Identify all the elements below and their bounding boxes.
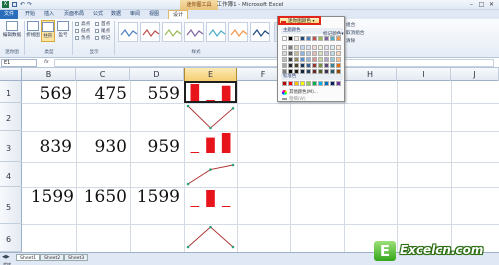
logo-text: Excelcn.com <box>400 243 484 257</box>
sparkline-marker-row2-0 <box>186 104 190 108</box>
standard-color-swatch[interactable] <box>282 81 287 86</box>
sparkline-marker-row6-0 <box>186 245 190 249</box>
theme-color-swatch[interactable] <box>288 51 293 56</box>
line-weight-icon <box>282 98 287 100</box>
theme-color-swatch[interactable] <box>330 45 335 50</box>
theme-color-swatch[interactable] <box>288 36 293 41</box>
theme-color-swatch[interactable] <box>306 45 311 50</box>
theme-color-swatch[interactable] <box>288 57 293 62</box>
theme-color-swatch[interactable] <box>294 51 299 56</box>
site-watermark-logo: E Excelcn.com <box>374 241 497 263</box>
weight-label: 粗细(W) <box>289 97 306 102</box>
theme-color-swatch[interactable] <box>318 45 323 50</box>
theme-color-swatch[interactable] <box>306 57 311 62</box>
sparkline-marker-row2-2 <box>231 107 235 110</box>
excel-window: X ↶ ↷ 迷你图工具 工作簿1 - Microsoft Excel – □ ✕… <box>0 0 499 265</box>
theme-color-swatch[interactable] <box>300 57 305 62</box>
sparklines-layer <box>186 84 235 249</box>
theme-color-swatch[interactable] <box>282 45 287 50</box>
theme-color-swatch[interactable] <box>288 63 293 68</box>
theme-color-swatch[interactable] <box>336 57 341 62</box>
sheet-tab-1[interactable]: Sheet1 <box>16 254 41 261</box>
standard-color-swatch[interactable] <box>336 81 341 86</box>
theme-color-swatch[interactable] <box>282 36 287 41</box>
theme-color-swatch[interactable] <box>330 57 335 62</box>
theme-color-swatch[interactable] <box>312 63 317 68</box>
theme-color-swatch[interactable] <box>312 36 317 41</box>
pen-color-icon <box>281 18 286 23</box>
sparkline-line-row6 <box>187 226 234 248</box>
theme-color-swatch[interactable] <box>312 51 317 56</box>
theme-color-swatch[interactable] <box>324 51 329 56</box>
sparkline-bar-row5-1 <box>206 190 215 207</box>
more-colors-item[interactable]: 其他颜色(M)... <box>281 89 318 95</box>
theme-color-swatch[interactable] <box>306 51 311 56</box>
theme-color-swatch[interactable] <box>336 63 341 68</box>
theme-color-swatch[interactable] <box>294 36 299 41</box>
more-colors-label: 其他颜色(M)... <box>289 90 318 95</box>
sheet-tab-2[interactable]: Sheet2 <box>40 254 65 261</box>
sparkline-marker-row2-1 <box>209 126 212 130</box>
standard-colors-label: 标准色 <box>281 74 343 80</box>
sheet-tab-3[interactable]: Sheet3 <box>64 254 89 261</box>
sparkline-marker-row4-1 <box>209 168 212 171</box>
standard-color-swatch[interactable] <box>312 81 317 86</box>
standard-color-swatch[interactable] <box>294 81 299 86</box>
sparkline-color-button[interactable]: 迷你图颜色 ▾ <box>278 16 321 25</box>
sparkline-line-row4 <box>187 164 234 185</box>
marker-color-button[interactable]: 标记颜色▾ <box>323 31 344 37</box>
theme-color-swatch[interactable] <box>300 51 305 56</box>
standard-color-swatch[interactable] <box>288 81 293 86</box>
sparkline-bar-row3-2 <box>221 133 231 153</box>
theme-color-swatch[interactable] <box>318 57 323 62</box>
theme-color-swatch[interactable] <box>306 36 311 41</box>
theme-color-swatch[interactable] <box>330 63 335 68</box>
sparkline-bar-row5-2 <box>221 206 231 207</box>
theme-color-swatch[interactable] <box>312 45 317 50</box>
active-cell-selection <box>184 81 237 103</box>
theme-color-swatch[interactable] <box>318 63 323 68</box>
theme-color-swatch[interactable] <box>324 57 329 62</box>
sparkline-bar-row3-0 <box>190 152 200 153</box>
chevron-down-icon: ▾ <box>341 32 344 37</box>
sheet-nav-icon[interactable]: ◀▶ <box>2 254 10 260</box>
theme-color-swatch[interactable] <box>300 45 305 50</box>
logo-letter: E <box>374 241 396 261</box>
standard-color-swatch[interactable] <box>330 81 335 86</box>
theme-color-swatch[interactable] <box>324 45 329 50</box>
theme-color-swatch[interactable] <box>294 57 299 62</box>
theme-color-swatch[interactable] <box>294 63 299 68</box>
theme-color-swatch[interactable] <box>318 51 323 56</box>
sparkline-marker-row6-1 <box>209 225 212 229</box>
weight-item[interactable]: 粗细(W) <box>281 96 306 102</box>
sparkline-color-label: 迷你图颜色 <box>288 19 311 24</box>
theme-color-swatch[interactable] <box>288 45 293 50</box>
sparkline-line-row2 <box>187 105 234 129</box>
color-wheel-icon <box>282 90 287 95</box>
theme-color-swatch[interactable] <box>312 57 317 62</box>
theme-color-swatch[interactable] <box>300 63 305 68</box>
theme-color-swatch[interactable] <box>330 51 335 56</box>
sparkline-bar-row5-0 <box>190 206 200 207</box>
theme-color-swatch[interactable] <box>336 45 341 50</box>
theme-color-swatch[interactable] <box>282 63 287 68</box>
standard-color-swatch[interactable] <box>300 81 305 86</box>
sparkline-marker-row6-2 <box>231 245 235 249</box>
sparkline-color-menu: 主题颜色 标准色 其他颜色(M)... 粗细(W) <box>277 16 345 102</box>
theme-color-swatch[interactable] <box>282 51 287 56</box>
chevron-down-icon: ▾ <box>312 18 315 23</box>
sparkline-marker-row4-2 <box>231 163 235 167</box>
theme-color-swatch[interactable] <box>336 51 341 56</box>
standard-color-swatch[interactable] <box>306 81 311 86</box>
standard-color-swatch[interactable] <box>318 81 323 86</box>
sparkline-marker-row4-0 <box>186 182 190 186</box>
theme-color-swatch[interactable] <box>306 63 311 68</box>
theme-color-swatch[interactable] <box>294 45 299 50</box>
sparkline-bar-row3-1 <box>206 137 215 153</box>
standard-color-swatch[interactable] <box>324 81 329 86</box>
theme-color-swatch[interactable] <box>324 63 329 68</box>
theme-color-swatch[interactable] <box>282 57 287 62</box>
theme-color-swatch[interactable] <box>300 36 305 41</box>
